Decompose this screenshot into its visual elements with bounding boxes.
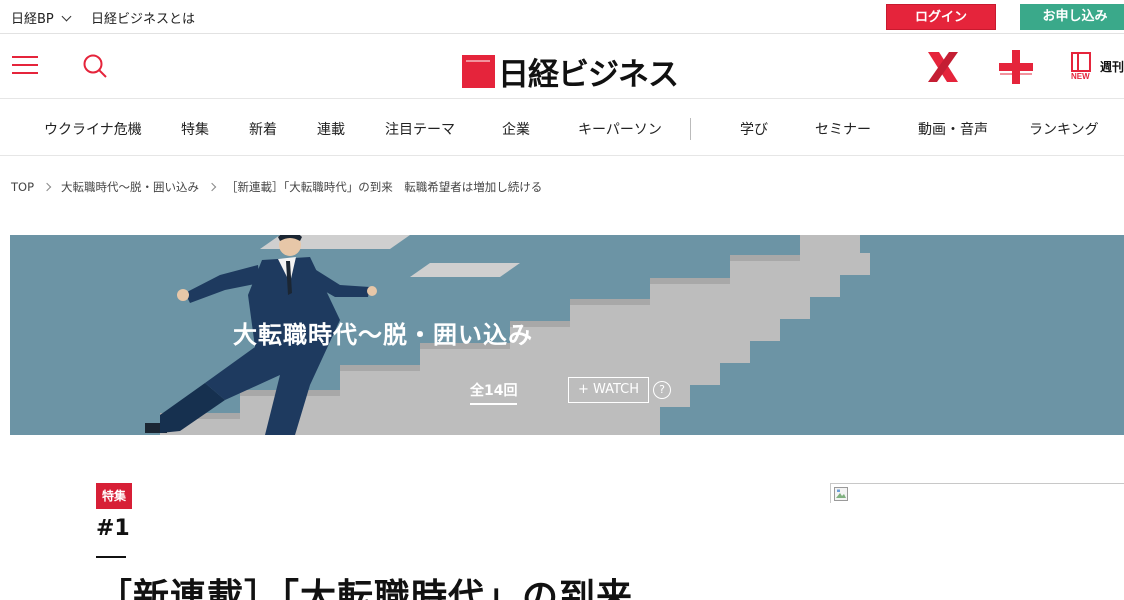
series-hero-banner: 大転職時代〜脱・囲い込み 全14回 + WATCH ? bbox=[10, 235, 1124, 435]
top-utility-bar: 日経BP 日経ビジネスとは ログイン お申し込み bbox=[0, 0, 1124, 34]
category-badge: 特集 bbox=[96, 483, 132, 509]
series-title: 大転職時代〜脱・囲い込み bbox=[233, 321, 533, 349]
chevron-right-icon bbox=[207, 182, 217, 192]
broken-image-icon bbox=[834, 487, 848, 501]
episode-count-link[interactable]: 全14回 bbox=[470, 380, 518, 405]
ad-placeholder[interactable] bbox=[830, 483, 1124, 503]
nav-item-seminars[interactable]: セミナー bbox=[815, 119, 871, 139]
nav-item-series[interactable]: 連載 bbox=[317, 119, 345, 139]
site-switch-label: 日経BP bbox=[11, 12, 54, 27]
signup-button[interactable]: お申し込み bbox=[1020, 4, 1124, 30]
logo-mark bbox=[462, 55, 495, 88]
site-header: 日経ビジネス NEW 週刊 bbox=[0, 35, 1124, 99]
article-headline: ［新連載］「大転職時代」の到来 bbox=[96, 577, 634, 600]
nav-divider bbox=[690, 118, 691, 140]
x-brand-icon[interactable] bbox=[925, 49, 961, 85]
about-link[interactable]: 日経ビジネスとは bbox=[91, 8, 195, 27]
episode-number: #1 bbox=[96, 516, 130, 541]
weekly-magazine-link[interactable]: NEW 週刊 bbox=[1070, 51, 1124, 81]
site-switch-dropdown[interactable]: 日経BP bbox=[11, 8, 72, 27]
nav-item-ukraine[interactable]: ウクライナ危機 bbox=[44, 119, 142, 139]
search-icon[interactable] bbox=[82, 53, 108, 79]
login-button[interactable]: ログイン bbox=[886, 4, 996, 30]
nav-item-feature[interactable]: 特集 bbox=[181, 119, 209, 139]
logo-text: 日経ビジネス bbox=[498, 57, 679, 93]
nav-item-companies[interactable]: 企業 bbox=[502, 119, 530, 139]
hamburger-menu-icon[interactable] bbox=[12, 55, 38, 75]
nav-item-video-audio[interactable]: 動画・音声 bbox=[918, 119, 988, 139]
nav-item-themes[interactable]: 注目テーマ bbox=[385, 119, 455, 139]
breadcrumb-current: ［新連載］「大転職時代」の到来 転職希望者は増加し続ける bbox=[226, 180, 543, 194]
weekly-label: 週刊 bbox=[1099, 60, 1124, 74]
chevron-right-icon bbox=[42, 182, 52, 192]
global-nav: ウクライナ危機 特集 新着 連載 注目テーマ 企業 キーパーソン 学び セミナー… bbox=[0, 100, 1124, 156]
breadcrumb-top[interactable]: TOP bbox=[11, 180, 34, 194]
nav-item-ranking[interactable]: ランキング bbox=[1029, 119, 1099, 139]
svg-text:NEW: NEW bbox=[1071, 72, 1090, 81]
chevron-down-icon bbox=[61, 11, 72, 21]
help-icon[interactable]: ? bbox=[653, 381, 671, 399]
nav-item-learning[interactable]: 学び bbox=[740, 119, 768, 139]
new-magazine-icon: NEW bbox=[1071, 52, 1091, 81]
breadcrumb: TOP 大転職時代〜脱・囲い込み ［新連載］「大転職時代」の到来 転職希望者は増… bbox=[11, 179, 542, 195]
nav-item-keypersons[interactable]: キーパーソン bbox=[578, 119, 662, 139]
site-logo[interactable]: 日経ビジネス bbox=[462, 49, 679, 94]
episode-divider bbox=[96, 556, 126, 558]
breadcrumb-series[interactable]: 大転職時代〜脱・囲い込み bbox=[61, 179, 199, 195]
watch-button[interactable]: + WATCH bbox=[568, 377, 649, 403]
nav-item-new[interactable]: 新着 bbox=[249, 119, 277, 139]
plus-brand-icon[interactable] bbox=[998, 49, 1034, 85]
